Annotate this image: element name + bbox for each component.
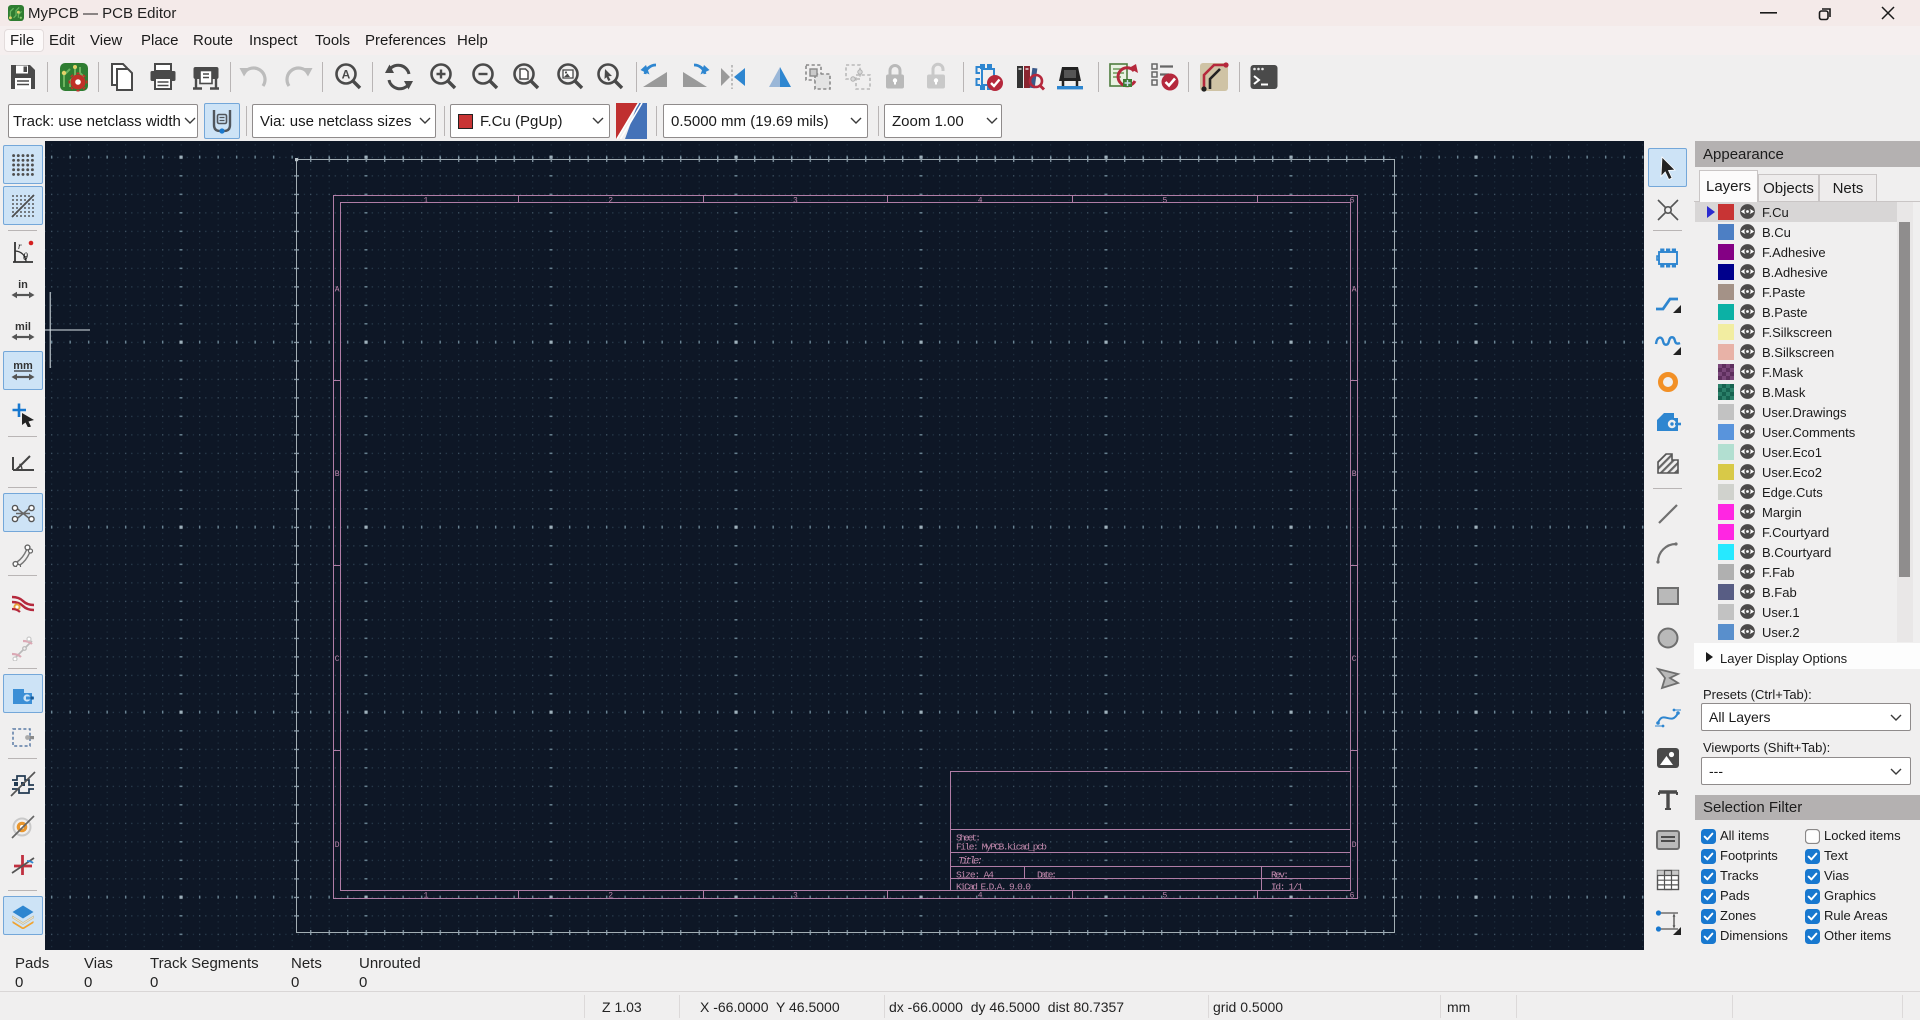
svg-text:C: C — [1352, 655, 1357, 664]
svg-text:B: B — [335, 470, 340, 479]
svg-text:A: A — [1352, 285, 1357, 294]
svg-text:Date:: Date: — [1037, 869, 1057, 880]
svg-text:in: in — [18, 279, 28, 291]
svg-text:C: C — [335, 655, 340, 664]
svg-text:mm: mm — [13, 360, 33, 372]
svg-text:3: 3 — [793, 196, 798, 205]
svg-text:D: D — [1352, 841, 1357, 850]
svg-text:Rev:: Rev: — [1271, 869, 1289, 880]
svg-text:3: 3 — [793, 892, 798, 901]
svg-text:A: A — [342, 68, 351, 82]
svg-text:KiCad E.D.A. 9.0.0: KiCad E.D.A. 9.0.0 — [956, 881, 1031, 892]
svg-text:File: MyPCB.kicad_pcb: File: MyPCB.kicad_pcb — [956, 842, 1047, 853]
svg-text:mil: mil — [15, 321, 31, 333]
svg-text:2: 2 — [608, 196, 613, 205]
svg-text:Size: A4: Size: A4 — [956, 869, 994, 880]
svg-text:6: 6 — [1350, 892, 1355, 901]
svg-text:Title:: Title: — [958, 855, 983, 867]
svg-text:B: B — [1352, 470, 1357, 479]
svg-text:1: 1 — [423, 196, 428, 205]
svg-text:θ: θ — [23, 252, 28, 263]
svg-text:4: 4 — [978, 196, 983, 205]
svg-text:5: 5 — [1162, 892, 1167, 901]
svg-text:r: r — [18, 241, 22, 251]
svg-text:4: 4 — [978, 892, 983, 901]
svg-text:D: D — [335, 841, 340, 850]
svg-text:1: 1 — [423, 892, 428, 901]
svg-text:5: 5 — [1162, 196, 1167, 205]
svg-text:6: 6 — [1350, 196, 1355, 205]
svg-text:A: A — [335, 285, 340, 294]
svg-text:Id: 1/1: Id: 1/1 — [1271, 881, 1303, 892]
svg-text:2: 2 — [608, 892, 613, 901]
